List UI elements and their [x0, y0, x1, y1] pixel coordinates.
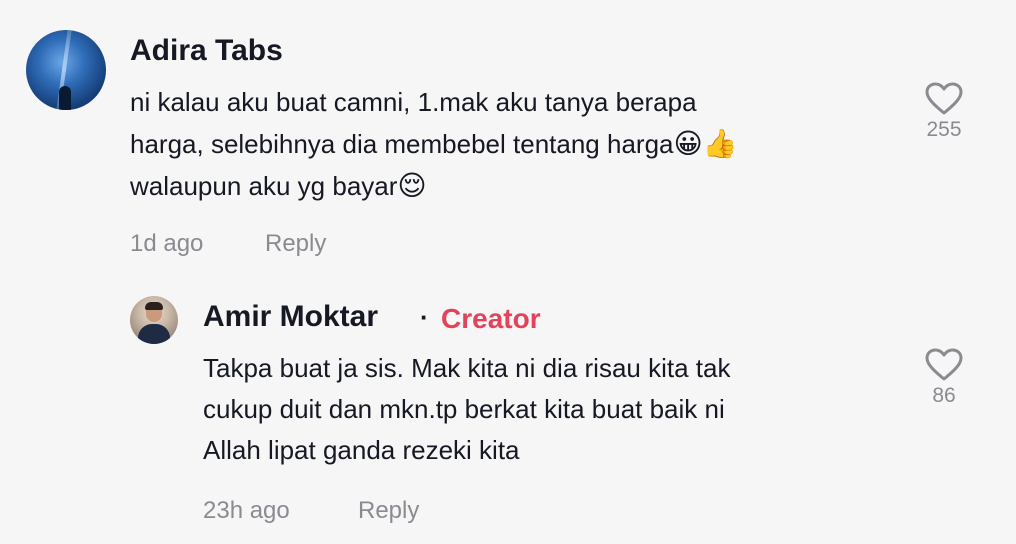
comment-text-line-2-text: harga, selebihnya dia membebel tentang h… — [130, 129, 674, 159]
reply-text-line-1: Takpa buat ja sis. Mak kita ni dia risau… — [203, 353, 731, 383]
reply-time: 23h ago — [203, 497, 290, 524]
reply-reply-button[interactable]: Reply — [358, 497, 419, 525]
avatar-figure — [59, 86, 71, 110]
reply-like-button[interactable]: 86 — [914, 348, 974, 408]
comment-time: 1d ago — [130, 230, 204, 257]
comment-author[interactable]: Adira Tabs — [130, 34, 283, 68]
comment-text-line-2: harga, selebihnya dia membebel tentang h… — [130, 123, 910, 165]
comment-text-line-3-text: walaupun aku yg bayar — [130, 171, 398, 201]
avatar-hair — [145, 302, 163, 310]
reply-text-line-2: cukup duit dan mkn.tp berkat kita buat b… — [203, 394, 725, 424]
comment-text-line-1: ni kalau aku buat camni, 1.mak aku tanya… — [130, 87, 697, 117]
comment-text: ni kalau aku buat camni, 1.mak aku tanya… — [130, 82, 910, 207]
reply-text: Takpa buat ja sis. Mak kita ni dia risau… — [203, 348, 903, 471]
avatar[interactable] — [26, 30, 106, 110]
creator-badge: Creator — [441, 303, 541, 334]
grin-thumbs-up-emoji: 😀👍 — [673, 127, 738, 160]
reply-avatar[interactable] — [130, 296, 178, 344]
reply-author[interactable]: Amir Moktar — [203, 300, 378, 334]
separator-dot: · — [420, 302, 429, 332]
reply-text-line-3: Allah lipat ganda rezeki kita — [203, 435, 520, 465]
like-count: 255 — [926, 118, 962, 141]
heart-outline-icon — [925, 348, 963, 381]
comment-text-line-3: walaupun aku yg bayar😌 — [130, 165, 910, 207]
heart-outline-icon — [925, 82, 963, 115]
reply-button[interactable]: Reply — [265, 230, 326, 258]
relieved-emoji: 😌 — [397, 169, 427, 202]
reply-like-count: 86 — [932, 384, 956, 407]
avatar-body — [138, 324, 170, 344]
like-button[interactable]: 255 — [914, 82, 974, 142]
